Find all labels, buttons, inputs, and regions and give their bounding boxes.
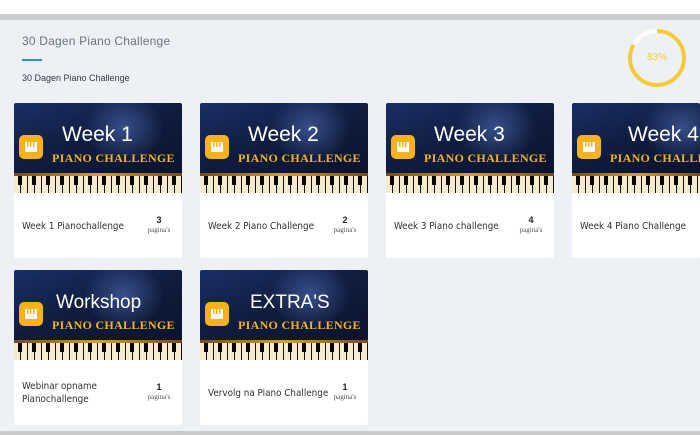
card-week-3[interactable]: Week 3 PIANO CHALLENGE Week 3 Piano chal…	[386, 103, 554, 258]
thumbnail-subtitle: PIANO CHALLENGE	[238, 151, 361, 165]
piano-hand-icon	[205, 135, 229, 159]
course-overview: 30 Dagen Piano Challenge 30 Dagen Piano …	[0, 20, 700, 431]
card-title[interactable]: Week 1 Pianochallenge	[22, 220, 128, 233]
page-count-unit: pagina's	[519, 226, 543, 234]
card-title[interactable]: Webinar opname Pianochallenge	[22, 380, 128, 406]
page-count-number: 1	[342, 382, 348, 392]
thumbnail-title: Workshop	[56, 292, 142, 313]
page-count: 1 pagina's	[330, 382, 360, 402]
card-title[interactable]: Week 4 Piano Challenge	[580, 220, 686, 233]
piano-hand-icon	[391, 135, 415, 159]
card-title[interactable]: Vervolg na Piano Challenge	[208, 387, 328, 400]
thumbnail-title: Week 4	[628, 123, 699, 146]
thumbnail-title: Week 3	[434, 123, 505, 146]
card-title[interactable]: Week 2 Piano Challenge	[208, 220, 314, 233]
thumbnail-title: Week 1	[62, 123, 133, 146]
title-accent-line	[22, 59, 42, 61]
thumbnail-subtitle: PIANO CHALLENGE	[610, 151, 700, 165]
progress-ring: 83%	[627, 28, 687, 88]
page-count: 2 pagina's	[330, 215, 360, 235]
card-title[interactable]: Week 3 Piano challenge	[394, 220, 500, 233]
thumbnail-title: EXTRA'S	[250, 292, 330, 313]
course-title: 30 Dagen Piano Challenge	[22, 34, 171, 48]
page-count-number: 1	[156, 382, 162, 392]
page-count-number: 4	[528, 215, 534, 225]
piano-hand-icon	[205, 302, 229, 326]
piano-hand-icon	[19, 135, 43, 159]
card-thumbnail: Workshop PIANO CHALLENGE	[14, 270, 182, 360]
card-thumbnail: EXTRA'S PIANO CHALLENGE	[200, 270, 368, 360]
card-week-1[interactable]: Week 1 PIANO CHALLENGE Week 1 Pianochall…	[14, 103, 182, 258]
card-week-2[interactable]: Week 2 PIANO CHALLENGE Week 2 Piano Chal…	[200, 103, 368, 258]
card-thumbnail: Week 2 PIANO CHALLENGE	[200, 103, 368, 193]
thumbnail-subtitle: PIANO CHALLENGE	[52, 318, 175, 332]
page-count: 3 pagina's	[144, 215, 174, 235]
card-thumbnail: Week 1 PIANO CHALLENGE	[14, 103, 182, 193]
bottom-bar	[0, 431, 700, 435]
piano-hand-icon	[19, 302, 43, 326]
page-count-number: 3	[156, 215, 162, 225]
breadcrumb[interactable]: 30 Dagen Piano Challenge	[22, 73, 130, 83]
card-thumbnail: Week 3 PIANO CHALLENGE	[386, 103, 554, 193]
thumbnail-subtitle: PIANO CHALLENGE	[52, 151, 175, 165]
page-count: 1 pagina's	[144, 382, 174, 402]
thumbnail-title: Week 2	[248, 123, 319, 146]
page-count-number: 2	[342, 215, 348, 225]
page-count-unit: pagina's	[147, 226, 171, 234]
thumbnail-subtitle: PIANO CHALLENGE	[238, 318, 361, 332]
card-thumbnail: Week 4 PIANO CHALLENGE	[572, 103, 700, 193]
page-count-unit: pagina's	[333, 226, 357, 234]
page-count-unit: pagina's	[333, 393, 357, 401]
progress-percentage: 83%	[646, 52, 667, 63]
card-extras[interactable]: EXTRA'S PIANO CHALLENGE Vervolg na Piano…	[200, 270, 368, 425]
card-week-4[interactable]: Week 4 PIANO CHALLENGE Week 4 Piano Chal…	[572, 103, 700, 258]
page-count: 4 pagina's	[516, 215, 546, 235]
piano-hand-icon	[577, 135, 601, 159]
card-workshop[interactable]: Workshop PIANO CHALLENGE Webinar opname …	[14, 270, 182, 425]
thumbnail-subtitle: PIANO CHALLENGE	[424, 151, 547, 165]
page-count-unit: pagina's	[147, 393, 171, 401]
